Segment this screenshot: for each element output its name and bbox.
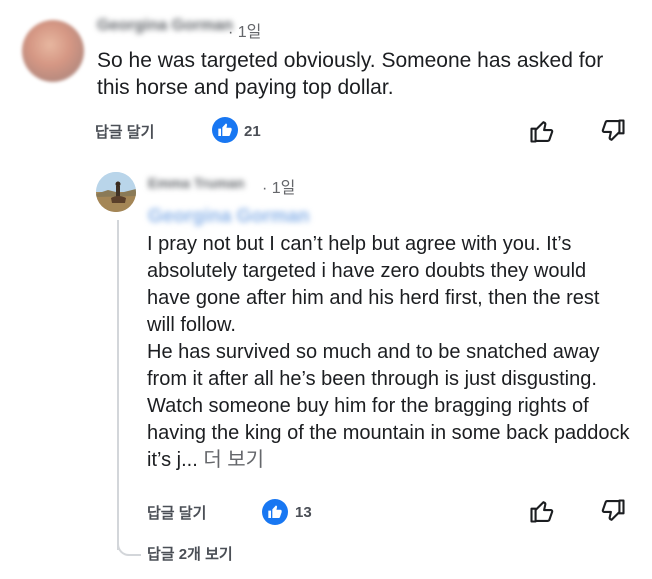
reply-text: I pray not but I can’t help but agree wi… <box>147 233 630 471</box>
see-more-link[interactable]: 더 보기 <box>203 449 264 471</box>
view-replies-button[interactable]: 답글 2개 보기 <box>147 543 233 564</box>
reply-button[interactable]: 답글 달기 <box>95 121 154 142</box>
thumbs-up-badge-icon <box>262 499 288 525</box>
replier-name[interactable]: Emma Truman <box>148 175 244 191</box>
reply-like-count: 13 <box>295 504 312 521</box>
reply-timestamp: · 1일 <box>262 180 296 197</box>
reply-reply-button[interactable]: 답글 달기 <box>147 502 206 523</box>
like-count: 21 <box>244 123 261 140</box>
thumbs-up-badge-icon <box>212 117 238 143</box>
thread-line <box>117 220 119 550</box>
comment-body: So he was targeted obviously. Someone ha… <box>97 49 604 99</box>
replier-avatar[interactable] <box>96 172 136 212</box>
commenter-name[interactable]: Georgina Gorman <box>97 17 233 35</box>
thumbs-down-icon[interactable] <box>599 497 627 525</box>
mention-link[interactable]: Georgina Gorman <box>148 206 310 228</box>
commenter-avatar[interactable] <box>22 20 84 82</box>
comment-timestamp: · 1일 <box>228 24 262 41</box>
reply-body: I pray not but I can’t help but agree wi… <box>147 231 632 474</box>
thumbs-up-icon[interactable] <box>528 117 556 145</box>
thread-connector <box>117 534 141 556</box>
thumbs-up-icon[interactable] <box>528 497 556 525</box>
thumbs-down-icon[interactable] <box>599 117 627 145</box>
